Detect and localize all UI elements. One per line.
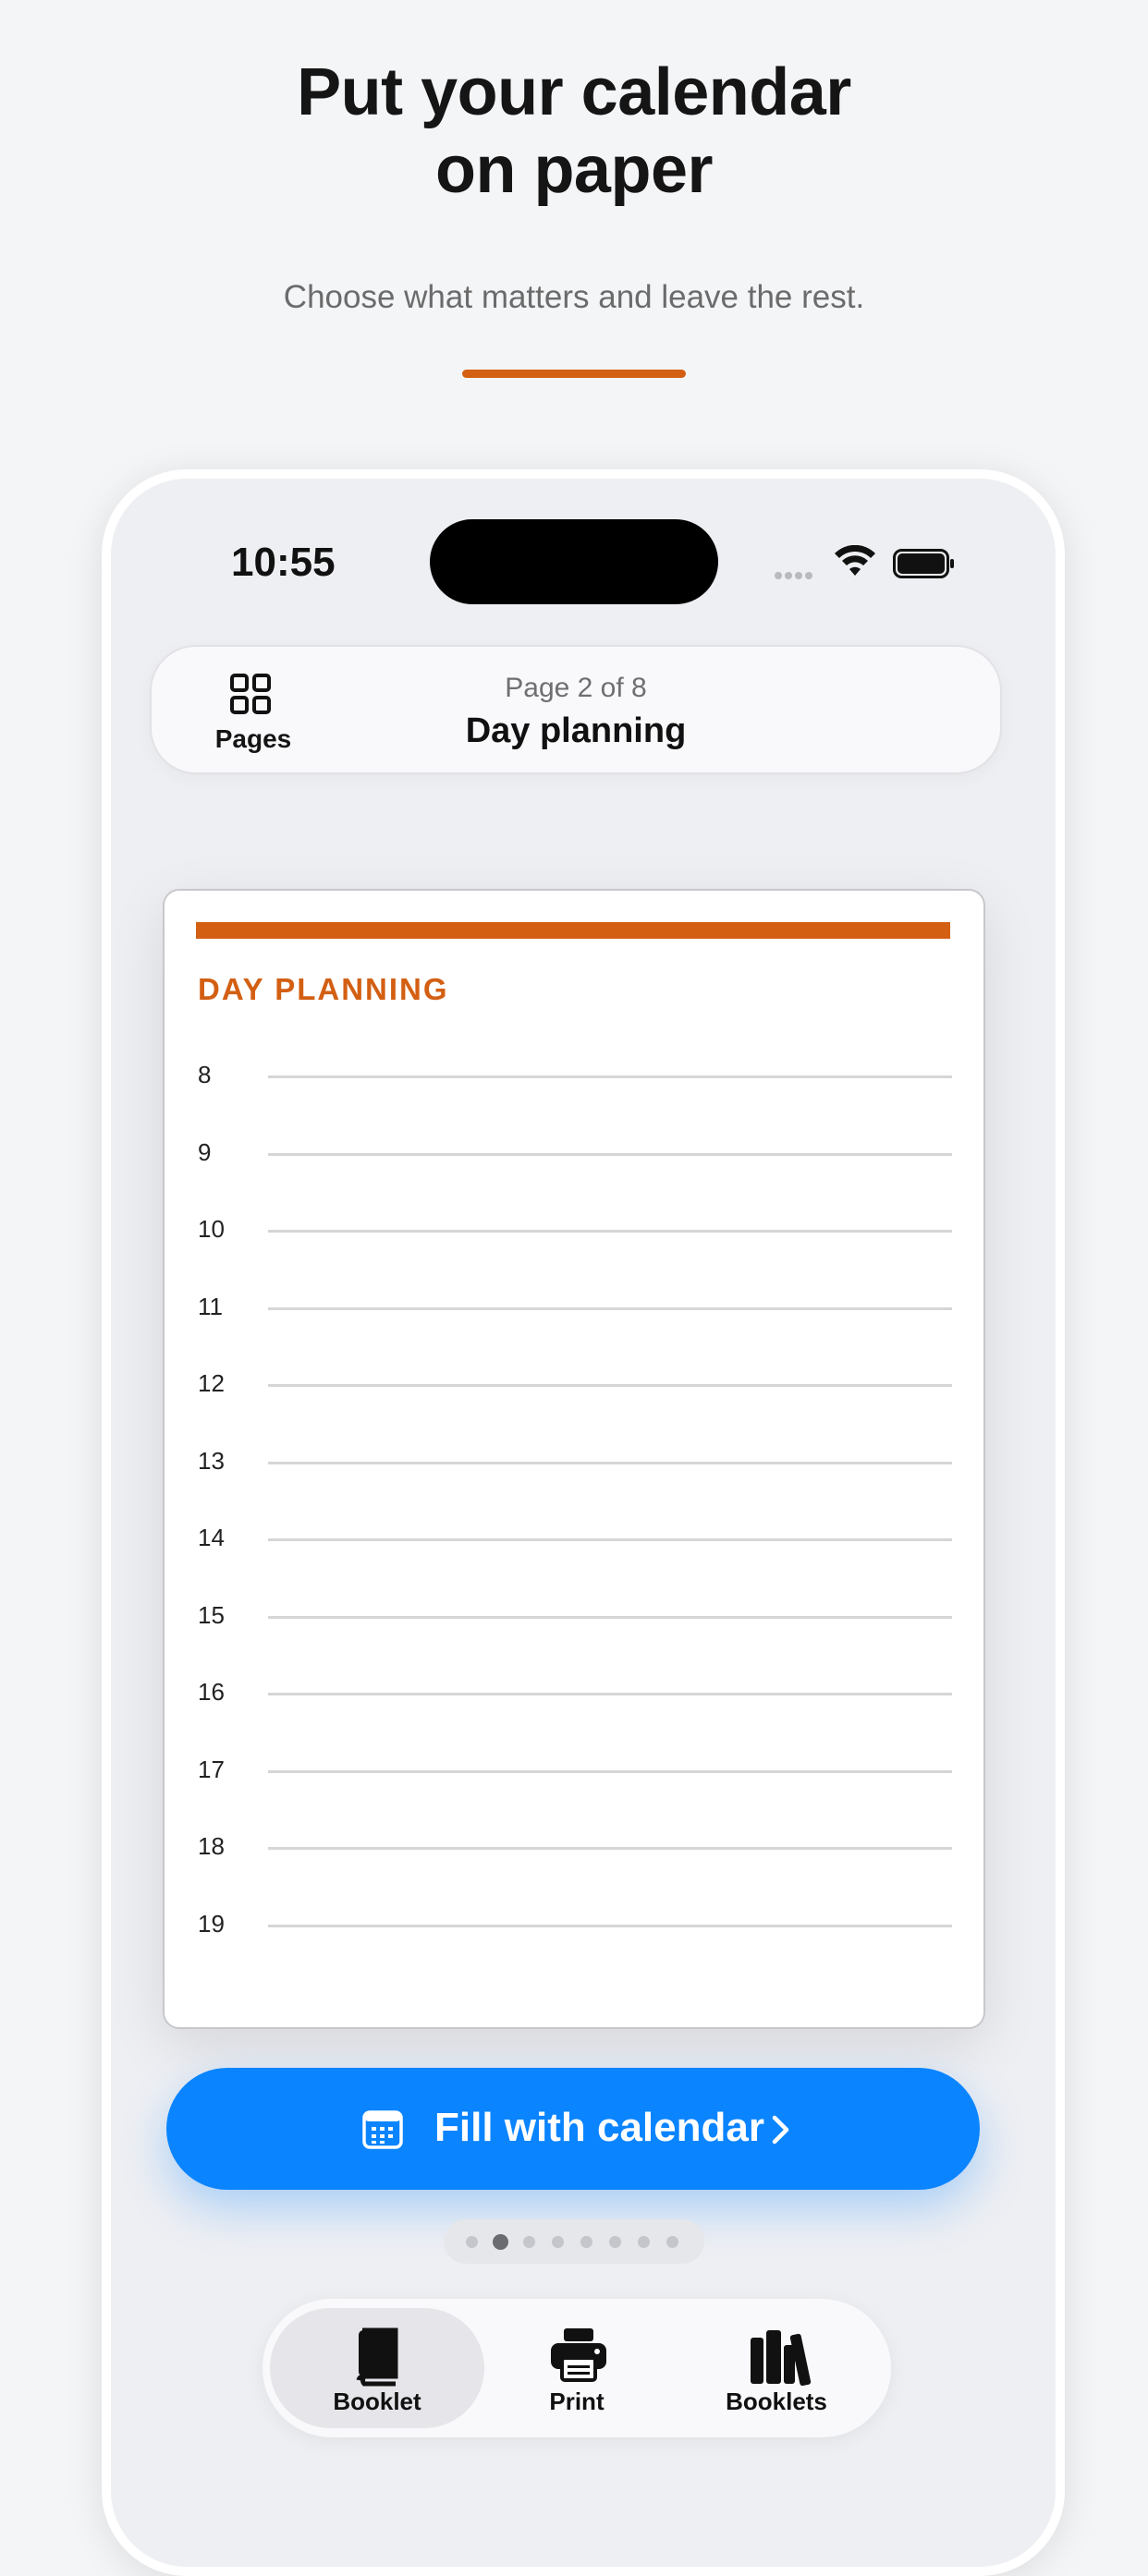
hour-label: 11: [198, 1292, 223, 1320]
battery-icon: [893, 549, 954, 578]
tab-booklet-label: Booklet: [333, 2388, 421, 2415]
page-dot[interactable]: [637, 2236, 650, 2248]
page-counter: Page 2 of 8: [505, 673, 647, 703]
books-icon: [751, 2330, 812, 2387]
page-navigator: Pages Page 2 of 8 Day planning: [150, 645, 1002, 774]
page-preview[interactable]: DAY PLANNING 8 9 10 11 12 13 14 15 16 17 18 19: [163, 889, 985, 2029]
hour-label: 19: [198, 1909, 225, 1938]
status-time: 10:55: [231, 540, 336, 585]
hour-line: [268, 1615, 952, 1619]
tab-booklets[interactable]: Booklets: [669, 2308, 884, 2428]
tab-booklets-label: Booklets: [726, 2388, 827, 2415]
hour-line: [268, 1924, 952, 1927]
page-dot[interactable]: [465, 2236, 478, 2248]
signal-icon: [775, 567, 821, 579]
phone-frame: 10:55 Pages Page 2 of 8 Day planning DAY…: [102, 469, 1065, 2576]
hour-line: [268, 1769, 952, 1773]
wifi-icon: [835, 545, 875, 576]
hour-line: [268, 1384, 952, 1387]
hero-title-line-1: Put your calendar: [297, 55, 851, 129]
hour-label: 18: [198, 1832, 225, 1860]
page-indicator[interactable]: [444, 2219, 704, 2264]
hour-line: [268, 1461, 952, 1464]
sheet-header-bar: [196, 922, 950, 939]
hour-label: 14: [198, 1524, 225, 1551]
hour-row: 19: [198, 1910, 952, 1947]
hour-line: [268, 1538, 952, 1541]
hour-row: 14: [198, 1524, 952, 1561]
hour-row: 8: [198, 1061, 952, 1098]
page-dot[interactable]: [666, 2236, 678, 2248]
page-dot[interactable]: [608, 2236, 621, 2248]
hour-row: 16: [198, 1678, 952, 1715]
hour-label: 9: [198, 1137, 212, 1166]
sheet-heading: DAY PLANNING: [198, 972, 449, 1006]
hour-row: 15: [198, 1601, 952, 1638]
hero-title: Put your calendar on paper: [0, 54, 1148, 209]
tab-print-label: Print: [549, 2388, 605, 2415]
hour-line: [268, 1693, 952, 1695]
hero-title-line-2: on paper: [434, 133, 714, 207]
tab-print[interactable]: Print: [470, 2308, 684, 2428]
hour-line: [268, 1306, 952, 1310]
tab-bar: Booklet Print Booklets: [263, 2299, 891, 2437]
hour-row: 12: [198, 1369, 952, 1406]
hour-label: 10: [198, 1215, 225, 1243]
book-icon: [356, 2327, 398, 2387]
hour-row: 13: [198, 1447, 952, 1484]
accent-divider: [462, 370, 686, 378]
page-dot[interactable]: [492, 2234, 508, 2250]
page-title: Day planning: [465, 711, 687, 750]
hour-row: 17: [198, 1756, 952, 1792]
hour-label: 17: [198, 1755, 225, 1783]
hour-line: [268, 1075, 952, 1078]
page-dot[interactable]: [522, 2236, 535, 2248]
dynamic-island: [430, 519, 718, 604]
page-dot[interactable]: [580, 2236, 592, 2248]
hour-label: 15: [198, 1600, 225, 1629]
hour-row: 10: [198, 1215, 952, 1252]
calendar-icon: [362, 2110, 403, 2149]
hour-line: [268, 1847, 952, 1850]
tab-booklet[interactable]: Booklet: [270, 2308, 484, 2428]
hour-label: 8: [198, 1061, 212, 1088]
hour-line: [268, 1152, 952, 1156]
hour-label: 16: [198, 1678, 225, 1706]
hour-label: 12: [198, 1369, 225, 1397]
printer-icon: [551, 2328, 606, 2382]
hour-row: 11: [198, 1293, 952, 1330]
hour-line: [268, 1230, 952, 1233]
hour-row: 18: [198, 1832, 952, 1869]
hour-label: 13: [198, 1446, 225, 1475]
fill-with-calendar-button[interactable]: Fill with calendar: [166, 2068, 980, 2190]
page-dot[interactable]: [551, 2236, 564, 2248]
hour-row: 9: [198, 1138, 952, 1175]
fill-with-calendar-label: Fill with calendar: [434, 2105, 764, 2150]
hero-subtitle: Choose what matters and leave the rest.: [283, 279, 865, 315]
chevron-right-icon: [772, 2115, 789, 2145]
